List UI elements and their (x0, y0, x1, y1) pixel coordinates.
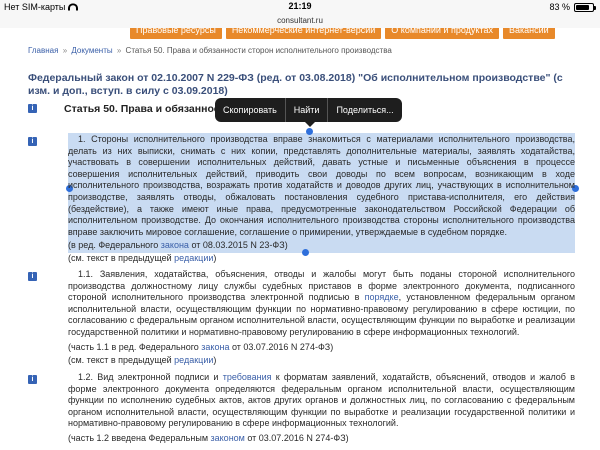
breadcrumb-separator: » (62, 46, 68, 55)
info-icon[interactable]: i (28, 375, 37, 384)
law-link[interactable]: законом (211, 433, 245, 443)
note-text: от 03.07.2016 N 274-ФЗ) (229, 342, 334, 352)
procedure-link[interactable]: порядке (365, 292, 399, 302)
law-title: Федеральный закон от 02.10.2007 N 229-ФЗ… (28, 72, 563, 97)
note-text: от 03.07.2016 N 274-ФЗ) (244, 433, 349, 443)
note-text: (в ред. Федерального (68, 240, 161, 250)
law-link[interactable]: закона (161, 240, 189, 250)
battery-icon (574, 2, 596, 12)
info-icon[interactable]: i (28, 104, 37, 113)
paragraph-1-1-see-previous: (см. текст в предыдущей редакции) (68, 355, 216, 365)
paragraph-1: 1. Стороны исполнительного производства … (68, 134, 575, 237)
breadcrumb-separator: » (116, 46, 122, 55)
note-text: (часть 1.2 введена Федеральным (68, 433, 211, 443)
share-menu-item[interactable]: Поделиться... (328, 98, 401, 122)
paragraph-1-see-previous: (см. текст в предыдущей редакции) (68, 253, 216, 263)
battery-indicator: 83 % (549, 2, 596, 12)
note-text: (см. текст в предыдущей (68, 253, 175, 263)
note-text: ) (213, 253, 217, 263)
previous-edition-link[interactable]: редакции (174, 355, 213, 365)
battery-fill (576, 4, 589, 10)
menu-pointer-arrow (305, 122, 315, 127)
note-text: (часть 1.1 в ред. Федерального (68, 342, 202, 352)
law-link[interactable]: закона (201, 342, 229, 352)
article-title: Статья 50. Права и обязанности (64, 103, 232, 115)
paragraph-1-amendment-note: (в ред. Федерального закона от 08.03.201… (68, 240, 288, 250)
battery-label: 83 % (549, 2, 570, 12)
breadcrumb-current: Статья 50. Права и обязанности сторон ис… (125, 46, 392, 55)
paragraph-1-2-amendment-note: (часть 1.2 введена Федеральным законом о… (68, 433, 349, 443)
paragraph-1-2: 1.2. Вид электронной подписи и требовани… (68, 372, 575, 430)
paragraph-1-1: 1.1. Заявления, ходатайства, объяснения,… (68, 269, 575, 339)
copy-menu-item[interactable]: Скопировать (215, 98, 285, 122)
paragraph-text: 1.2. Вид электронной подписи и (78, 372, 223, 382)
paragraph-1-1-amendment-note: (часть 1.1 в ред. Федерального закона от… (68, 342, 333, 352)
info-icon[interactable]: i (28, 137, 37, 146)
previous-edition-link[interactable]: редакции (174, 253, 213, 263)
text-context-menu: Скопировать Найти Поделиться... (215, 98, 402, 127)
selection-end-handle[interactable] (302, 249, 309, 256)
breadcrumb: Главная » Документы » Статья 50. Права и… (28, 46, 392, 55)
battery-tip (594, 5, 596, 10)
breadcrumb-home[interactable]: Главная (28, 46, 58, 55)
status-time: 21:19 (288, 1, 312, 11)
breadcrumb-documents[interactable]: Документы (71, 46, 112, 55)
url-bar[interactable]: consultant.ru (0, 16, 600, 28)
status-bar: Нет SIM-карты 21:19 83 % (0, 0, 600, 16)
note-text: от 08.03.2015 N 23-ФЗ) (188, 240, 288, 250)
info-icon[interactable]: i (28, 272, 37, 281)
requirements-link[interactable]: требования (223, 372, 272, 382)
find-menu-item[interactable]: Найти (286, 98, 328, 122)
note-text: ) (213, 355, 217, 365)
note-text: (см. текст в предыдущей (68, 355, 175, 365)
